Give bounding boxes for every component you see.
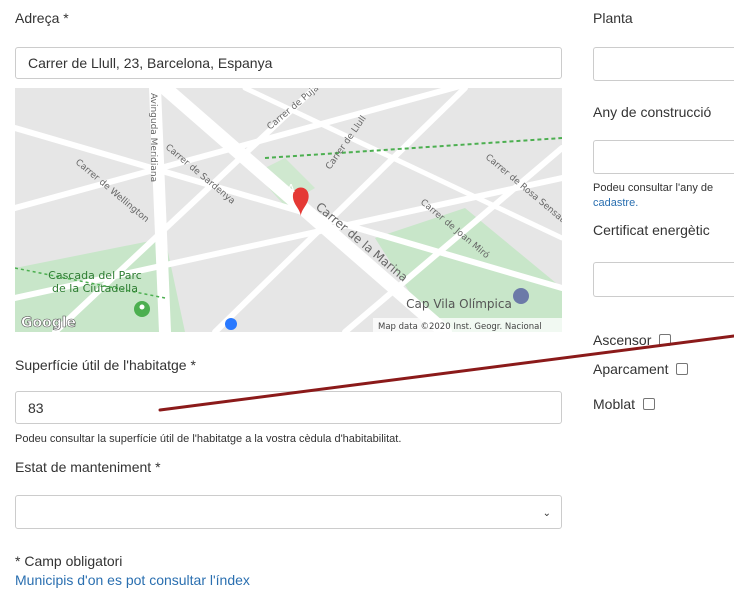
maintenance-label: Estat de manteniment * (15, 459, 161, 475)
surface-input[interactable] (15, 391, 562, 424)
floor-label: Planta (593, 10, 633, 26)
cert-label: Certificat energètic (593, 222, 710, 238)
parking-checkbox[interactable] (676, 363, 689, 376)
storage-option[interactable]: Moblat (593, 396, 656, 412)
transit-pin-icon[interactable] (225, 318, 237, 330)
chevron-down-icon: ⌄ (542, 508, 551, 519)
cert-input[interactable] (593, 262, 734, 297)
storage-label: Moblat (593, 396, 636, 412)
poi-park-label: Cascada del Parc (48, 269, 142, 282)
shopping-pin-icon[interactable] (513, 288, 529, 304)
year-help-text: Podeu consultar l'any de (593, 182, 714, 194)
elevator-option[interactable]: Ascensor (593, 332, 672, 348)
elevator-checkbox[interactable] (659, 334, 672, 347)
poi-park-label: de la Ciutadella (52, 282, 138, 295)
surface-label: Superfície útil de l'habitatge * (15, 357, 196, 373)
marker-letter: A (287, 182, 295, 195)
map[interactable]: Avinguda Meridiana Carrer de Pujades Car… (15, 88, 562, 332)
maintenance-select[interactable]: ⌄ (15, 495, 562, 529)
year-input[interactable] (593, 140, 734, 174)
poi-mall-label: Cap Vila Olímpica (406, 297, 512, 311)
required-note: * Camp obligatori (15, 553, 123, 569)
year-label: Any de construcció (593, 104, 712, 120)
parking-label: Aparcament (593, 361, 669, 377)
parking-option[interactable]: Aparcament (593, 361, 689, 377)
google-logo: Google (21, 315, 76, 331)
address-label: Adreça * (15, 10, 69, 26)
surface-help-text: Podeu consultar la superfície útil de l'… (15, 433, 402, 445)
street-label: Avinguda Meridiana (148, 93, 158, 182)
address-input[interactable] (15, 47, 562, 79)
floor-input[interactable] (593, 47, 734, 81)
map-attribution: Map data ©2020 Inst. Geogr. Nacional (378, 322, 542, 332)
storage-checkbox[interactable] (643, 398, 656, 411)
map-canvas[interactable]: Avinguda Meridiana Carrer de Pujades Car… (15, 88, 562, 332)
cadastre-link[interactable]: cadastre. (593, 197, 638, 209)
municipis-link[interactable]: Municipis d'on es pot consultar l'índex (15, 572, 250, 588)
elevator-label: Ascensor (593, 332, 652, 348)
